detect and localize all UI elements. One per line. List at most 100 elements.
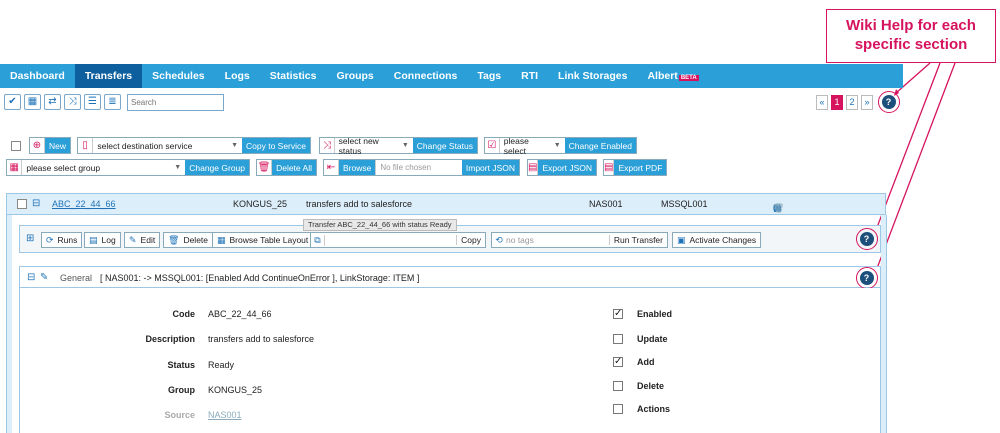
copy-button[interactable]: Copy [456, 235, 485, 245]
detail-view-icon[interactable]: ≣ [104, 94, 121, 110]
collapse-icon[interactable]: ⊟ [27, 272, 35, 283]
nav-item-connections[interactable]: Connections [384, 64, 468, 88]
prev-page-button[interactable]: « [816, 95, 828, 110]
flag-label-delete: Delete [637, 381, 665, 391]
list-view-icon[interactable]: ☰ [84, 94, 101, 110]
nav-item-tags[interactable]: Tags [467, 64, 511, 88]
search-input[interactable] [127, 94, 224, 111]
page-2-button[interactable]: 2 [846, 95, 858, 110]
general-panel-header: ⊟ ✎ General [ NAS001: -> MSSQL001: [Enab… [19, 266, 881, 289]
status-select-value: select new status [338, 135, 379, 156]
transfer-view-icon[interactable]: ⇄ [44, 94, 61, 110]
document-icon: ▤ [89, 234, 98, 245]
trash-icon[interactable]: 🗑 [773, 203, 784, 214]
collapse-icon[interactable]: ⊟ [32, 198, 40, 209]
grid-view-icon[interactable]: ▦ [24, 94, 41, 110]
nav-item-dashboard[interactable]: Dashboard [0, 64, 75, 88]
help-icon[interactable]: ? [859, 270, 874, 285]
clipboard-icon: ▣ [677, 234, 686, 245]
next-page-button[interactable]: » [861, 95, 873, 110]
select-all-icon[interactable]: ✔ [4, 94, 21, 110]
nav-item-label: Transfers [84, 70, 133, 82]
flag-checkbox-enabled[interactable]: ✓ [613, 309, 623, 319]
copy-icon: ⧉ [311, 234, 325, 246]
change-enabled-button[interactable]: Change Enabled [564, 138, 636, 153]
enabled-select[interactable]: please select ▼ [500, 136, 565, 156]
destination-select[interactable]: select destination service ▼ [93, 138, 242, 153]
group-select[interactable]: please select group ▼ [22, 160, 185, 175]
nav-item-label: Statistics [269, 70, 317, 82]
transfer-target: MSSQL001 [661, 199, 708, 209]
status-select[interactable]: select new status ▼ [335, 135, 413, 156]
help-icon[interactable]: ? [859, 231, 874, 246]
shuffle-icon: ⤨ [320, 138, 335, 153]
select-all-checkbox[interactable] [11, 141, 21, 151]
change-status-button[interactable]: Change Status [412, 138, 477, 153]
new-button-group: ⊕ New [29, 137, 71, 154]
nav-item-link-storages[interactable]: Link Storages [548, 64, 637, 88]
new-button[interactable]: New [44, 138, 70, 153]
delete-all-group: 🗑 Delete All [256, 159, 317, 176]
new-icon: ⊕ [30, 138, 45, 153]
delete-all-button[interactable]: Delete All [272, 160, 316, 175]
nav-item-albert[interactable]: Albert BETA [637, 64, 708, 88]
change-group-button[interactable]: Change Group [185, 160, 249, 175]
browse-table-layout-button[interactable]: ▦ Browse Table Layout [212, 232, 314, 248]
pencil-icon[interactable]: ✎ [40, 272, 48, 283]
field-value-source[interactable]: NAS001 [208, 410, 242, 420]
field-label-group: Group [168, 385, 195, 395]
runs-button[interactable]: ⟳ Runs [41, 232, 83, 248]
nav-item-groups[interactable]: Groups [326, 64, 383, 88]
tags-input[interactable]: no tags [506, 235, 609, 245]
chevron-down-icon: ▼ [174, 164, 182, 171]
flag-checkbox-actions[interactable] [613, 404, 623, 414]
flag-checkbox-add[interactable]: ✓ [613, 357, 623, 367]
row-checkbox[interactable] [17, 199, 27, 209]
edit-button[interactable]: ✎ Edit [124, 232, 161, 248]
transfer-row[interactable]: ⊟ ABC_22_44_66 KONGUS_25 transfers add t… [6, 193, 886, 215]
delete-button[interactable]: 🗑 Delete [163, 232, 214, 248]
copy-to-service-button[interactable]: Copy to Service [242, 138, 310, 153]
flag-checkbox-update[interactable] [613, 334, 623, 344]
browse-table-layout-label: Browse Table Layout [229, 235, 309, 245]
shuffle-icon[interactable]: ⤨ [64, 94, 81, 110]
nav-item-schedules[interactable]: Schedules [142, 64, 215, 88]
panel-side-right [881, 215, 887, 433]
main-nav: Dashboard Transfers Schedules Logs Statistic… [0, 64, 903, 88]
export-json-button[interactable]: Export JSON [538, 160, 597, 175]
group-select-value: please select group [26, 162, 101, 173]
trash-icon: 🗑 [257, 160, 273, 175]
nav-item-rti[interactable]: RTI [511, 64, 548, 88]
expand-icon[interactable]: ⊞ [26, 233, 34, 244]
nav-item-label: Dashboard [10, 70, 65, 82]
flag-label-add: Add [637, 357, 655, 367]
tag-icon: ⟲ [495, 234, 503, 245]
status-group: ⤨ select new status ▼ Change Status [319, 135, 478, 156]
field-label-source: Source [164, 410, 195, 420]
nav-item-label: Logs [224, 70, 250, 82]
chevron-down-icon: ▼ [553, 142, 561, 149]
flag-label-actions: Actions [637, 404, 671, 414]
file-icon: ▤ [528, 160, 539, 175]
nav-item-statistics[interactable]: Statistics [260, 64, 327, 88]
nav-item-logs[interactable]: Logs [215, 64, 260, 88]
trash-icon: 🗑 [168, 234, 180, 245]
nav-item-transfers[interactable]: Transfers [74, 64, 143, 88]
nav-item-label: Groups [336, 70, 374, 82]
activate-changes-button[interactable]: ▣ Activate Changes [672, 232, 762, 248]
import-json-button[interactable]: Import JSON [461, 160, 519, 175]
run-transfer-button[interactable]: Run Transfer [608, 235, 667, 245]
export-pdf-button[interactable]: Export PDF [614, 160, 667, 175]
import-group: ⇤ Browse No file chosen Import JSON [323, 159, 520, 176]
browse-button[interactable]: Browse [339, 160, 376, 175]
transfer-code-link[interactable]: ABC_22_44_66 [52, 199, 116, 209]
page-1-button[interactable]: 1 [831, 95, 843, 110]
flag-label-update: Update [637, 334, 668, 344]
runs-label: Runs [57, 235, 78, 245]
refresh-icon: ⟳ [46, 234, 54, 245]
help-icon[interactable]: ? [881, 94, 896, 109]
export-json-group: ▤ Export JSON [527, 159, 597, 176]
flag-checkbox-delete[interactable] [613, 381, 623, 391]
copy-group: ⧉ Copy [310, 232, 486, 248]
log-button[interactable]: ▤ Log [84, 232, 121, 248]
